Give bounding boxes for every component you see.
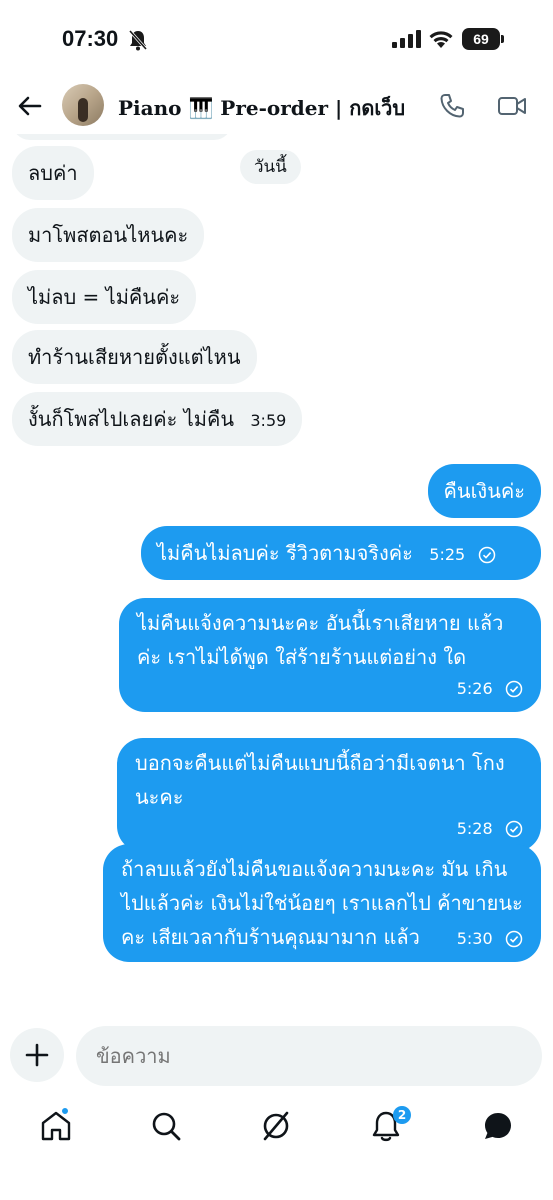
plus-icon (25, 1043, 49, 1067)
status-time: 07:30 (62, 26, 119, 51)
bell-off-icon (128, 30, 148, 51)
read-check-icon (505, 930, 523, 947)
message-incoming[interactable]: ไม่ลบ = ไม่คืนค่ะ (12, 270, 197, 324)
avatar[interactable] (62, 84, 104, 126)
message-incoming[interactable]: งั้นก็โพสไปเลยค่ะ ไม่คืน 3:59 (12, 392, 303, 446)
message-text: ไม่ลบ = ไม่คืนค่ะ (28, 285, 181, 309)
message-text: ไม่คืนไม่ลบค่ะ รีวิวตามจริงค่ะ (157, 541, 413, 565)
message-incoming[interactable]: มาโพสตอนไหนคะ (12, 208, 205, 262)
message-time: 5:28 (456, 818, 493, 838)
battery-indicator: 69 (462, 28, 504, 50)
read-check-icon (505, 680, 523, 697)
read-check-icon (505, 820, 523, 837)
message-time: 5:25 (429, 544, 466, 564)
message-text: ลบค่า (28, 161, 78, 185)
notifications-badge: 2 (393, 1106, 411, 1124)
message-text: คืนเงินค่ะ (443, 479, 525, 503)
message-time: 3:59 (250, 410, 287, 430)
message-incoming[interactable]: ทำร้านเสียหายตั้งแต่ไหน (12, 330, 257, 384)
video-call-icon[interactable] (497, 94, 527, 118)
message-text: บอกจะคืนแต่ไม่คืนแบบนี้ถือว่ามีเจตนา โกง… (135, 751, 505, 809)
conversation-title[interactable]: Piano 🎹 Pre-order | กดเว็บ (118, 92, 405, 124)
battery-cap (501, 35, 504, 43)
chat-header: Piano 🎹 Pre-order | กดเว็บ (0, 80, 553, 134)
add-attachment-button[interactable] (10, 1028, 64, 1082)
message-outgoing[interactable]: ถ้าลบแล้วยังไม่คืนขอแจ้งความนะคะ มัน เกิ… (103, 844, 541, 962)
message-text: ไม่คืนแจ้งความนะคะ อันนี้เราเสียหาย แล้ว… (137, 611, 504, 669)
phone-call-icon[interactable] (438, 92, 466, 120)
wifi-icon (429, 31, 453, 48)
messages-icon[interactable] (480, 1108, 516, 1144)
message-outgoing[interactable]: บอกจะคืนแต่ไม่คืนแบบนี้ถือว่ามีเจตนา โกง… (117, 738, 541, 852)
message-outgoing[interactable]: ไม่คืนไม่ลบค่ะ รีวิวตามจริงค่ะ 5:25 (141, 526, 541, 580)
message-incoming[interactable]: ลบค่า (12, 146, 94, 200)
grok-icon[interactable] (258, 1108, 294, 1144)
bottom-navigation: 2 (0, 1100, 553, 1160)
message-list[interactable]: วันนี้ ลบค่า มาโพสตอนไหนคะ ไม่ลบ = ไม่คื… (0, 134, 553, 1014)
message-text: มาโพสตอนไหนคะ (28, 223, 189, 247)
message-outgoing[interactable]: คืนเงินค่ะ (427, 464, 541, 518)
back-arrow-icon[interactable] (16, 92, 44, 120)
message-bubble-partial (12, 134, 232, 140)
message-time: 5:26 (456, 678, 493, 698)
message-composer (0, 1022, 553, 1088)
cellular-signal-icon (392, 30, 421, 48)
date-separator: วันนี้ (240, 150, 301, 184)
message-time: 5:30 (456, 928, 493, 948)
battery-level: 69 (462, 28, 500, 50)
search-icon[interactable] (148, 1108, 184, 1144)
message-text: ทำร้านเสียหายตั้งแต่ไหน (28, 345, 241, 369)
message-outgoing[interactable]: ไม่คืนแจ้งความนะคะ อันนี้เราเสียหาย แล้ว… (119, 598, 541, 712)
home-unread-dot (60, 1106, 70, 1116)
message-text: งั้นก็โพสไปเลยค่ะ ไม่คืน (28, 407, 235, 431)
status-bar: 07:30 69 (0, 0, 553, 80)
message-input[interactable] (76, 1026, 542, 1086)
read-check-icon (478, 546, 495, 563)
